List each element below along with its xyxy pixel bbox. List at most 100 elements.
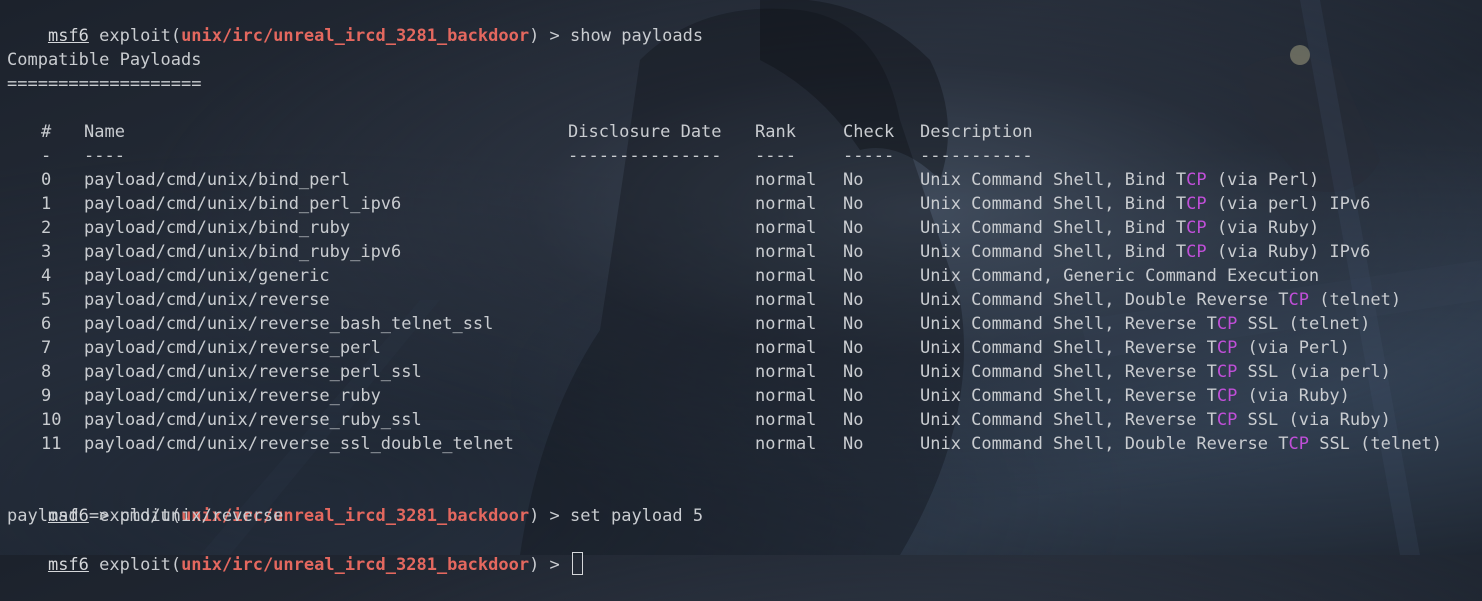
table-row: 11 payload/cmd/unix/reverse_ssl_double_te… <box>7 432 1482 456</box>
row-check: No <box>843 242 864 262</box>
header-check: Check <box>843 122 895 142</box>
row-desc-post: (telnet) <box>1308 290 1402 310</box>
row-name: payload/cmd/unix/bind_ruby_ipv6 <box>84 242 402 262</box>
text-cursor[interactable] <box>572 552 584 575</box>
row-check: No <box>843 410 864 430</box>
prompt-line: msf6 exploit(unix/irc/unreal_ircd_3281_b… <box>47 26 704 46</box>
table-row: 3 payload/cmd/unix/bind_ruby_ipv6 normal No… <box>7 240 1482 264</box>
row-num: 6 <box>41 314 52 334</box>
row-desc-t: T <box>1175 170 1187 190</box>
header-desc: Description <box>920 122 1033 142</box>
row-rank: normal <box>755 362 817 382</box>
row-num: 11 <box>41 434 62 454</box>
row-rank: normal <box>755 410 817 430</box>
row-desc-pre: Unix Command, Generic Command Execution <box>920 266 1320 286</box>
row-desc-post: (via Perl) <box>1237 338 1350 358</box>
row-num: 2 <box>41 218 52 238</box>
header-rank: Rank <box>755 122 796 142</box>
row-desc-t: T <box>1175 194 1187 214</box>
row-desc-t: T <box>1175 242 1187 262</box>
row-rank: normal <box>755 386 817 406</box>
row-desc-pre: Unix Command Shell, Double Reverse <box>920 290 1279 310</box>
row-desc: Unix Command Shell, Bind TCP (via Perl) <box>920 168 1319 192</box>
row-desc-cp: CP <box>1216 410 1238 430</box>
row-name: payload/cmd/unix/reverse_ruby_ssl <box>84 410 422 430</box>
row-desc-t: T <box>1206 314 1217 334</box>
row-name: payload/cmd/unix/reverse <box>84 290 330 310</box>
row-desc-cp: CP <box>1216 362 1238 382</box>
header-name: Name <box>84 122 125 142</box>
row-desc: Unix Command Shell, Bind TCP (via perl) … <box>920 192 1370 216</box>
row-desc-post: (via perl) IPv6 <box>1206 194 1371 214</box>
row-desc: Unix Command Shell, Reverse TCP SSL (tel… <box>920 312 1370 336</box>
row-num: 4 <box>41 266 52 286</box>
row-num: 9 <box>41 386 52 406</box>
dash-date: --------------- <box>568 146 722 166</box>
row-check: No <box>843 314 864 334</box>
row-desc: Unix Command, Generic Command Execution <box>920 264 1319 288</box>
row-rank: normal <box>755 266 817 286</box>
row-desc-t: T <box>1175 218 1187 238</box>
table-row: 10 payload/cmd/unix/reverse_ruby_ssl norma… <box>7 408 1482 432</box>
row-desc: Unix Command Shell, Reverse TCP SSL (via… <box>920 360 1391 384</box>
row-desc-t: T <box>1206 386 1217 406</box>
row-desc-t: T <box>1278 290 1289 310</box>
row-check: No <box>843 266 864 286</box>
header-date: Disclosure Date <box>568 122 722 142</box>
row-check: No <box>843 386 864 406</box>
row-desc-post: SSL (telnet) <box>1237 314 1371 334</box>
row-rank: normal <box>755 314 817 334</box>
terminal-output[interactable]: msf6 exploit(unix/irc/unreal_ircd_3281_b… <box>7 0 1482 575</box>
row-check: No <box>843 218 864 238</box>
row-check: No <box>843 434 864 454</box>
row-desc: Unix Command Shell, Reverse TCP SSL (via… <box>920 408 1391 432</box>
row-rank: normal <box>755 218 817 238</box>
prompt-separator: > <box>539 26 571 46</box>
row-desc: Unix Command Shell, Double Reverse TCP (… <box>920 288 1401 312</box>
active-prompt-line[interactable]: msf6 exploit(unix/irc/unreal_ircd_3281_b… <box>7 528 584 575</box>
row-desc-t: T <box>1278 434 1289 454</box>
row-check: No <box>843 290 864 310</box>
prompt-separator: > <box>539 555 571 575</box>
dash-rank: ---- <box>755 146 796 166</box>
row-desc-t: T <box>1206 362 1217 382</box>
row-desc-post: (via Ruby) <box>1206 218 1320 238</box>
row-rank: normal <box>755 434 817 454</box>
row-name: payload/cmd/unix/bind_perl_ipv6 <box>84 194 402 214</box>
row-desc: Unix Command Shell, Reverse TCP (via Per… <box>920 336 1350 360</box>
row-name: payload/cmd/unix/reverse_perl <box>84 338 381 358</box>
command-output: payload => cmd/unix/reverse <box>7 506 284 526</box>
row-name: payload/cmd/unix/reverse_perl_ssl <box>84 362 422 382</box>
row-desc-pre: Unix Command Shell, Reverse <box>920 338 1207 358</box>
header-num: # <box>41 122 52 142</box>
row-rank: normal <box>755 242 817 262</box>
prompt-line: msf6 exploit(unix/irc/unreal_ircd_3281_b… <box>47 506 704 526</box>
row-desc-pre: Unix Command Shell, Reverse <box>920 362 1207 382</box>
row-name: payload/cmd/unix/bind_ruby <box>84 218 351 238</box>
prompt-user: msf6 <box>47 26 89 46</box>
row-desc-t: T <box>1206 338 1217 358</box>
row-name: payload/cmd/unix/bind_perl <box>84 170 351 190</box>
row-check: No <box>843 362 864 382</box>
row-name: payload/cmd/unix/reverse_ssl_double_teln… <box>84 434 514 454</box>
row-num: 10 <box>41 410 62 430</box>
row-check: No <box>843 170 864 190</box>
row-desc-cp: CP <box>1288 434 1309 454</box>
dash-check: ----- <box>843 146 895 166</box>
row-rank: normal <box>755 338 817 358</box>
table-header-dashes: - ---- --------------- ---- ----- ------… <box>7 144 1482 168</box>
row-rank: normal <box>755 194 817 214</box>
table-row: 8 payload/cmd/unix/reverse_perl_ssl normal… <box>7 360 1482 384</box>
row-desc-pre: Unix Command Shell, Bind <box>920 242 1176 262</box>
row-desc-pre: Unix Command Shell, Bind <box>920 194 1176 214</box>
row-desc-cp: CP <box>1186 242 1207 262</box>
row-desc-cp: CP <box>1288 290 1309 310</box>
table-row: 0 payload/cmd/unix/bind_perl normal No Unix … <box>7 168 1482 192</box>
row-num: 1 <box>41 194 52 214</box>
row-desc-post: (via Perl) <box>1206 170 1320 190</box>
prompt-command: set payload 5 <box>570 506 704 526</box>
row-desc-cp: CP <box>1216 314 1238 334</box>
prompt-module: unix/irc/unreal_ircd_3281_backdoor <box>181 555 530 575</box>
row-num: 5 <box>41 290 52 310</box>
row-rank: normal <box>755 170 817 190</box>
